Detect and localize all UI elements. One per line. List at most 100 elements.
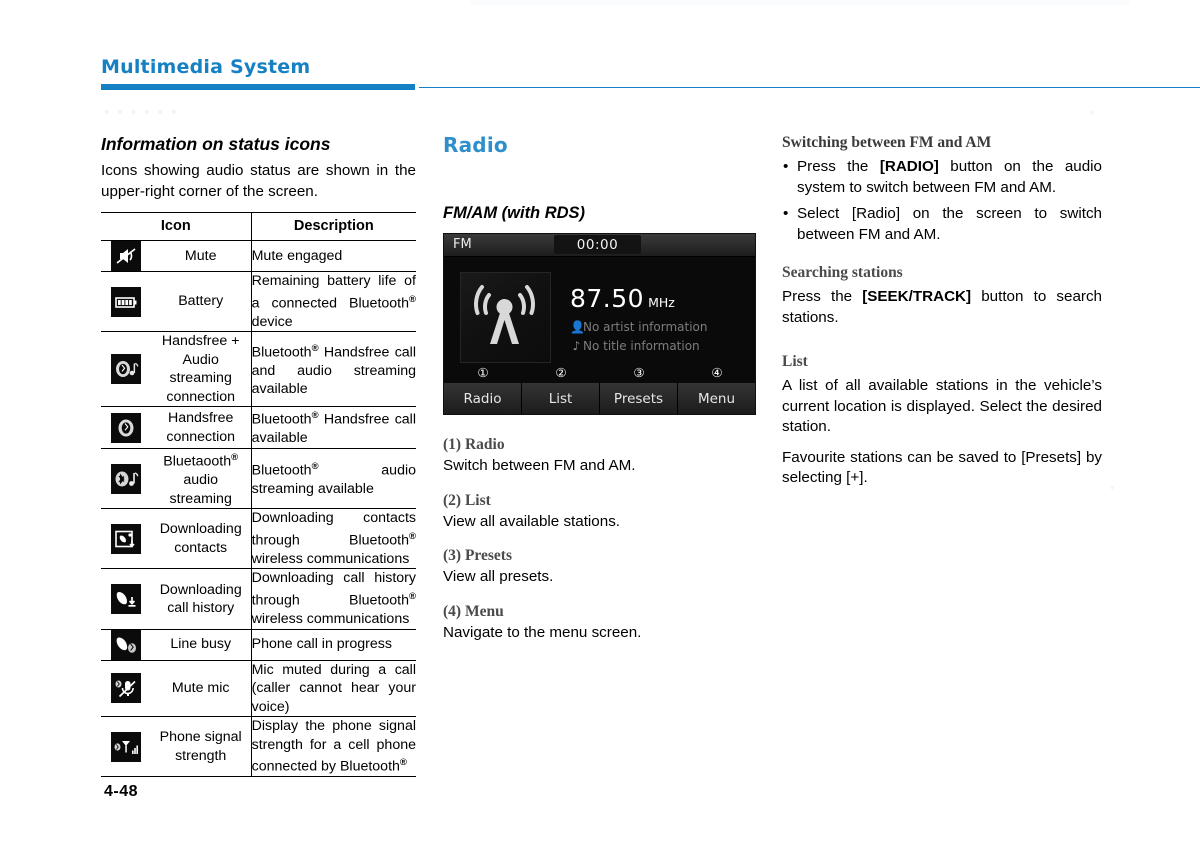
- radio-screen-figure: FM 00:00 87.50 MHz 👤No artist informatio…: [443, 233, 756, 415]
- list-heading: List: [782, 353, 808, 370]
- switching-fm-am-heading: Switching between FM and AM: [782, 134, 992, 151]
- chapter-title: Multimedia System: [101, 56, 311, 78]
- radio-artist-line: 👤No artist information: [570, 320, 708, 334]
- cell-description: Display the phone signal strength for a …: [251, 716, 416, 778]
- item-body-2: View all available stations.: [443, 512, 621, 530]
- column-header-icon: Icon: [101, 212, 252, 241]
- item-heading-1: (1) Radio: [443, 436, 505, 453]
- cell-icon-name: Line busy: [150, 629, 252, 661]
- table-row: Line busy Phone call in progress: [101, 629, 416, 661]
- mute-mic-icon: [110, 673, 141, 704]
- cell-icon-name: Handsfree + Audio streaming connection: [150, 331, 252, 408]
- cell-icon-name: Handsfree connection: [150, 406, 252, 449]
- cell-icon: [101, 240, 151, 272]
- device-button-list[interactable]: List: [522, 383, 600, 414]
- cell-description: Downloading contacts through Bluetooth® …: [251, 508, 416, 570]
- cell-icon-name: Bluetaooth® audio streaming: [150, 448, 252, 510]
- frequency-value: 87.50: [570, 284, 645, 313]
- top-decor-band: [470, 0, 1130, 5]
- status-icons-intro: Icons showing audio status are shown in …: [101, 162, 416, 200]
- mute-icon: [110, 241, 141, 271]
- switching-fm-am-bullets: Press the [RADIO] button on the audio sy…: [782, 157, 1102, 245]
- phone-signal-strength-icon: [110, 731, 141, 762]
- cell-icon-name: Battery: [150, 271, 252, 333]
- cell-icon: [101, 271, 151, 333]
- column-right: Switching between FM and AM Press the [R…: [782, 133, 1102, 489]
- callout-3: ③: [633, 365, 645, 380]
- radio-heading: Radio: [443, 133, 508, 157]
- device-button-radio[interactable]: Radio: [444, 383, 522, 414]
- item-body-3: View all presets.: [443, 568, 554, 585]
- header-rule-thick: [101, 84, 415, 90]
- downloading-contacts-icon: [110, 523, 141, 554]
- cell-icon: [101, 716, 151, 778]
- cell-description: Phone call in progress: [251, 629, 416, 661]
- list-item: Press the [RADIO] button on the audio sy…: [783, 157, 1102, 198]
- column-middle: Radio FM/AM (with RDS) FM 00:00 87.50 MH…: [443, 133, 759, 643]
- table-header-row: Icon Description: [101, 212, 416, 241]
- table-row: Phone signal strength Display the phone …: [101, 716, 416, 778]
- cell-icon: [101, 629, 151, 661]
- cell-description: Mute engaged: [251, 240, 416, 272]
- table-row: Handsfree + Audio streaming connection B…: [101, 331, 416, 408]
- cell-icon-name: Phone signal strength: [150, 716, 252, 778]
- device-button-bar: Radio List Presets Menu: [444, 383, 755, 414]
- radio-frequency: 87.50 MHz: [570, 284, 675, 313]
- person-icon: 👤: [570, 320, 585, 334]
- item-heading-3: (3) Presets: [443, 547, 513, 564]
- cell-description: Bluetooth® Handsfree call available: [251, 406, 416, 449]
- table-row: Mute Mute engaged: [101, 240, 416, 272]
- list-item: Select [Radio] on the screen to switch b…: [783, 204, 1102, 245]
- downloading-call-history-icon: [110, 584, 141, 615]
- table-row: Downloading contacts Downloading contact…: [101, 508, 416, 570]
- cell-description: Mic muted during a call (caller cannot h…: [251, 660, 416, 718]
- searching-stations-heading: Searching stations: [782, 264, 903, 281]
- item-body-4: Navigate to the menu screen.: [443, 623, 642, 641]
- bluetooth-audio-streaming-icon: [110, 463, 141, 494]
- table-row: Battery Remaining battery life of a conn…: [101, 271, 416, 333]
- cell-icon: [101, 331, 151, 408]
- searching-stations-body: Press the [SEEK/TRACK] button to search …: [782, 288, 1102, 326]
- header-rule-thin: [419, 87, 1200, 89]
- radio-album-art: [460, 272, 551, 363]
- item-heading-4: (4) Menu: [443, 602, 504, 620]
- radio-tower-icon: [474, 285, 535, 344]
- cell-icon: [101, 508, 151, 570]
- table-row: Mute mic Mic muted during a call (caller…: [101, 660, 416, 718]
- item-body-1: Switch between FM and AM.: [443, 457, 636, 474]
- table-row: Bluetaooth® audio streaming Bluetooth® a…: [101, 448, 416, 510]
- table-row: Downloading call history Downloading cal…: [101, 568, 416, 630]
- device-button-presets[interactable]: Presets: [600, 383, 678, 414]
- device-band-label: FM: [453, 237, 472, 252]
- title-text: No title information: [583, 339, 700, 353]
- callout-2: ②: [555, 365, 567, 380]
- watermark-left: • • • • • •: [104, 104, 179, 121]
- handsfree-connection-icon: [110, 412, 141, 443]
- running-header: Multimedia System: [101, 56, 1101, 78]
- table-row: Handsfree connection Bluetooth® Handsfre…: [101, 406, 416, 449]
- callout-1: ①: [477, 365, 489, 380]
- handsfree-audio-streaming-icon: [110, 354, 141, 385]
- header-rule: [101, 84, 1200, 90]
- column-header-description: Description: [251, 212, 416, 241]
- watermark-right: •: [1090, 104, 1096, 120]
- cell-icon-name: Downloading call history: [150, 568, 252, 630]
- device-button-menu[interactable]: Menu: [678, 383, 755, 414]
- page-number: 4-48: [104, 783, 139, 800]
- disc-icon: ♪: [572, 339, 581, 353]
- status-icon-table: Icon Description Mute Mute engaged Batte…: [101, 212, 416, 778]
- column-left: Information on status icons Icons showin…: [101, 133, 416, 778]
- device-clock: 00:00: [576, 237, 619, 253]
- list-body-2: Favourite stations can be saved to [Pres…: [782, 448, 1102, 487]
- cell-icon: [101, 568, 151, 630]
- cell-icon: [101, 660, 151, 718]
- status-icons-heading: Information on status icons: [101, 134, 331, 154]
- item-heading-2: (2) List: [443, 491, 491, 509]
- fmam-heading: FM/AM (with RDS): [443, 204, 586, 222]
- watermark-mid: •: [1110, 480, 1115, 495]
- battery-icon: [110, 286, 141, 317]
- cell-description: Bluetooth® Handsfree call and audio stre…: [251, 331, 416, 408]
- cell-description: Remaining battery life of a connected Bl…: [251, 271, 416, 333]
- line-busy-icon: [110, 629, 141, 660]
- cell-description: Bluetooth® audio streaming available: [251, 448, 416, 510]
